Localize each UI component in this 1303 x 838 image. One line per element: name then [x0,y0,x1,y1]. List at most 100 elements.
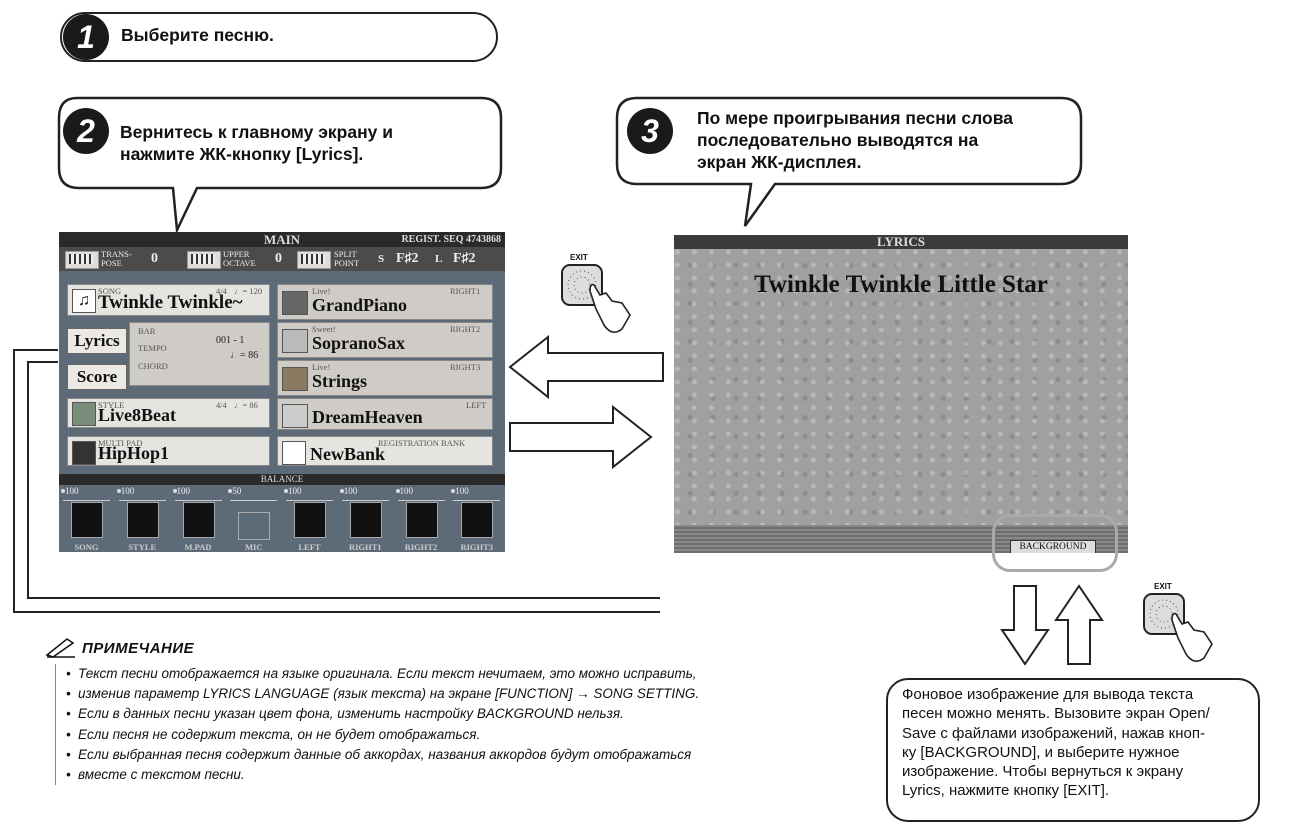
mixer-channel[interactable]: 100 STYLE [115,486,170,552]
exit-label-2: EXIT [1154,582,1172,591]
mixer-value: 100 [120,486,135,496]
style-panel[interactable]: STYLE 4/4 ♩= 86 Live8Beat [67,398,270,428]
split-l-value[interactable]: F♯2 [453,251,476,267]
mixer-label: SONG [74,542,99,552]
lyrics-button[interactable]: Lyrics [67,328,127,354]
pad-icon [282,404,308,428]
mixer-fader[interactable] [182,502,215,538]
note-list: Текст песни отображается на языке оригин… [55,664,856,785]
mixer-value: 100 [455,486,469,496]
right3-name: Strings [312,371,368,391]
mixer: 100 SONG 100 STYLE 100 M.PAD 50 MIC 100 LEFT 100 RI… [59,486,505,552]
note-item: Если в данных песни указан цвет фона, из… [66,704,856,724]
exit-button-icon-2[interactable] [1142,592,1222,674]
note-item: Если песня не содержит текста, он не буд… [66,725,856,745]
mixer-channel[interactable]: 100 RIGHT2 [394,486,449,552]
arrow-right [509,405,653,470]
right3-panel[interactable]: Live! RIGHT3 Strings [277,360,493,396]
multipad-name: HipHop1 [98,443,170,463]
left-panel[interactable]: LEFT DreamHeaven [277,398,493,430]
left-name: DreamHeaven [312,407,423,427]
right1-panel[interactable]: Live! RIGHT1 GrandPiano [277,284,493,320]
mixer-channel[interactable]: 100 M.PAD [171,486,226,552]
step1-text: Выберите песню. [121,25,274,45]
step3-line1: По мере проигрывания песни слова [697,108,1013,128]
mixer-label: LEFT [298,542,321,552]
regist-seq: REGIST. SEQ 4743868 [401,234,501,245]
info-line: Lyrics, нажмите кнопку [EXIT]. [902,782,1110,800]
regbank-panel[interactable]: REGISTRATION BANK NewBank [277,436,493,466]
mixer-fader[interactable] [71,502,103,538]
step2-line2: нажмите ЖК-кнопку [Lyrics]. [120,144,364,164]
split-s-value[interactable]: F♯2 [396,251,419,267]
background-info-box: Фоновое изображение для вывода текста пе… [886,678,1260,822]
note-heading: ПРИМЕЧАНИЕ [82,640,195,657]
right2-panel[interactable]: Sweet! RIGHT2 SopranoSax [277,322,493,358]
step3-line2: последовательно выводятся на [697,130,979,150]
regbank-name: NewBank [310,444,386,464]
bar-tempo-panel: BAR 001 - 1 TEMPO ♩= 86 CHORD [129,322,270,386]
mixer-fader[interactable] [294,502,326,538]
step3-line3: экран ЖК-дисплея. [697,152,862,172]
mixer-fader[interactable] [405,502,438,538]
top-bar: TRANS- POSE 0 UPPER OCTAVE 0 SPLIT POINT… [59,247,505,271]
mixer-fader[interactable] [349,502,382,538]
step2-callout [57,96,503,234]
balance-label: BALANCE [59,474,505,485]
note-item-cont: изменив параметр LYRICS LANGUAGE (язык т… [66,684,856,704]
arrow-down [1000,585,1050,666]
step2-number: 2 [63,108,109,154]
mixer-value: 100 [399,486,414,496]
transpose-value[interactable]: 0 [151,251,158,267]
mixer-channel[interactable]: 100 RIGHT1 [338,486,393,552]
score-button[interactable]: Score [67,364,127,390]
arrow-up [1054,584,1104,665]
mixer-label: RIGHT3 [460,542,494,552]
record-icon [72,441,96,465]
exit-button-icon[interactable] [560,263,640,345]
info-line: песен можно менять. Вызовите экран Open/ [902,705,1210,723]
right2-name: SopranoSax [312,333,406,353]
background-highlight [992,514,1118,572]
multipad-panel[interactable]: MULTI PAD HipHop1 [67,436,270,466]
sax-icon [282,329,308,353]
step3-number: 3 [627,108,673,154]
mixer-value: 100 [343,486,358,496]
bank-icon [282,441,306,465]
note-icon: ♫ [72,289,96,313]
mixer-fader[interactable] [126,502,159,538]
mixer-fader[interactable] [461,502,494,538]
info-line: Фоновое изображение для вывода текста [902,686,1194,703]
note-pencil-icon [45,638,75,658]
lyrics-title: LYRICS [674,235,1128,249]
mixer-label: RIGHT2 [404,542,438,552]
keyboard-icon [187,251,221,269]
note-item-cont: вместе с текстом песни. [66,765,856,785]
keyboard-icon [297,251,331,269]
strings-icon [282,367,308,391]
mixer-label: RIGHT1 [348,542,382,552]
lyrics-text: Twinkle Twinkle Little Star [754,271,1048,298]
right1-name: GrandPiano [312,295,408,315]
bar-value: 001 - 1 [216,335,245,346]
info-line: ку [BACKGROUND], и выберите нужное [902,743,1180,761]
info-line: изображение. Чтобы вернуться к экрану [902,763,1184,781]
song-panel[interactable]: ♫ SONG 4/4 ♩= 120 Twinkle Twinkle~ [67,284,270,316]
mixer-channel[interactable]: 100 RIGHT3 [449,486,504,552]
exit-label: EXIT [570,253,588,262]
mixer-fader[interactable] [238,512,271,540]
style-name: Live8Beat [98,405,176,425]
mixer-label: MIC [245,542,263,552]
piano-icon [282,291,308,315]
mixer-channel[interactable]: 50 MIC [226,486,281,552]
note-item: Текст песни отображается на языке оригин… [66,664,856,684]
step1-number: 1 [63,14,109,60]
song-name: Twinkle Twinkle~ [98,292,243,313]
info-line: Save с файлами изображений, нажав кноп- [902,724,1205,742]
mixer-value: 100 [65,486,79,496]
mixer-channel[interactable]: 100 SONG [59,486,114,552]
step2-line1: Вернитесь к главному экрану и [120,122,394,142]
mixer-channel[interactable]: 100 LEFT [282,486,337,552]
upper-octave-value[interactable]: 0 [275,251,282,267]
mixer-value: 100 [288,486,302,496]
